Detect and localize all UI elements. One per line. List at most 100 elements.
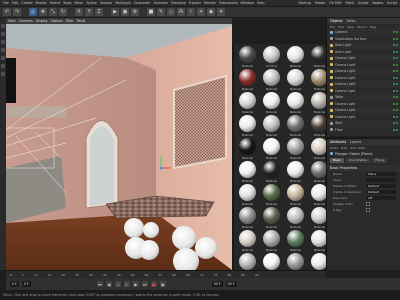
material-swatch[interactable]: Material — [261, 115, 282, 136]
menu-item-simulate[interactable]: Simulate — [171, 1, 186, 5]
material-swatch[interactable]: Material — [237, 115, 258, 136]
object-visibility-flags[interactable] — [393, 83, 400, 86]
viewport-menu-display[interactable]: Display — [36, 19, 48, 23]
tab-attributes[interactable]: Attributes — [330, 140, 346, 144]
menu-item-animate[interactable]: Animate — [154, 1, 168, 5]
go-to-end-icon[interactable]: ⏭ — [141, 281, 148, 287]
autokey-icon[interactable]: ◉ — [159, 281, 166, 287]
attribute-menu-edit[interactable]: Edit — [341, 146, 347, 150]
play-reverse-icon[interactable]: ◁ — [114, 281, 121, 287]
material-swatch[interactable]: Material — [261, 92, 282, 113]
next-key-icon[interactable]: ▶ — [132, 281, 139, 287]
menu-item-file[interactable]: File — [3, 1, 9, 5]
material-swatch[interactable]: Material — [261, 184, 282, 205]
menu-item-modes[interactable]: Modes — [36, 1, 47, 5]
3d-viewport[interactable]: View Cameras Display Options Filter Panel — [6, 18, 232, 270]
menu-item-spline[interactable]: Spline — [86, 1, 96, 5]
menu-item-help[interactable]: Help — [257, 1, 265, 5]
menu-item-render[interactable]: Render — [204, 1, 216, 5]
camera-icon[interactable]: ◉ — [207, 8, 215, 16]
attribute-value-field[interactable] — [366, 177, 396, 183]
attribute-tab-phong[interactable]: Phong — [371, 157, 388, 163]
y-axis-icon[interactable]: Y — [85, 8, 93, 16]
play-icon[interactable]: ▷ — [123, 281, 130, 287]
material-swatch[interactable]: Material — [237, 161, 258, 182]
object-visibility-flags[interactable] — [393, 70, 400, 73]
object-visibility-flags[interactable] — [393, 122, 400, 125]
menu-item-mograph[interactable]: MoGraph — [115, 1, 130, 5]
layout-uv-edit[interactable]: UV Edit — [329, 1, 341, 5]
layout-nodes[interactable]: Nodes — [373, 1, 384, 5]
scene-icon[interactable]: ☀ — [197, 8, 205, 16]
menu-item-character[interactable]: Character — [134, 1, 151, 5]
object-visibility-flags[interactable] — [393, 102, 400, 105]
material-swatch[interactable]: Material — [261, 69, 282, 90]
object-menu-object[interactable]: Object — [357, 25, 367, 29]
material-swatch[interactable]: Material — [237, 46, 258, 67]
tab-layers[interactable]: Layers — [350, 140, 361, 144]
attribute-menu-mode[interactable]: Mode — [330, 146, 338, 150]
viewport-menu-filter[interactable]: Filter — [66, 19, 74, 23]
attribute-value-field[interactable]: Default — [366, 183, 396, 189]
material-swatch[interactable]: Chrome — [261, 46, 282, 67]
scale-tool-icon[interactable]: ⤡ — [49, 8, 57, 16]
menu-item-volume[interactable]: Volume — [100, 1, 113, 5]
timeline-ruler[interactable]: 0 5 10 15 20 25 30 35 40 45 50 55 60 65 70 75 80 85 90 — [6, 270, 326, 278]
attribute-tab-coordinates[interactable]: Coordinates — [345, 157, 370, 163]
x-axis-icon[interactable]: X — [75, 8, 83, 16]
attribute-value-field[interactable]: Plane — [366, 171, 396, 177]
cloner-icon[interactable]: ⁂ — [177, 8, 185, 16]
layout-paint[interactable]: Paint — [346, 1, 354, 5]
object-visibility-flags[interactable] — [393, 89, 400, 92]
object-menu-view[interactable]: View — [347, 25, 354, 29]
render-view-icon[interactable]: ▶ — [111, 8, 119, 16]
object-visibility-flags[interactable] — [393, 50, 400, 53]
menu-item-extensions[interactable]: Extensions — [219, 1, 237, 5]
tab-takes[interactable]: Takes — [346, 19, 355, 23]
material-swatch[interactable]: Material — [261, 138, 282, 159]
light-icon[interactable]: ✦ — [217, 8, 225, 16]
object-visibility-flags[interactable] — [393, 57, 400, 60]
end-frame-field[interactable]: 90 F — [211, 281, 223, 287]
deformer-icon[interactable]: ⌇ — [187, 8, 195, 16]
move-tool-icon[interactable]: ✥ — [39, 8, 47, 16]
material-swatch[interactable]: Material — [285, 161, 306, 182]
object-menu-file[interactable]: File — [330, 25, 335, 29]
layout-sculpt[interactable]: Sculpt — [358, 1, 369, 5]
object-menu-tags[interactable]: Tags — [370, 25, 377, 29]
object-visibility-flags[interactable] — [393, 109, 400, 112]
subdivision-icon[interactable]: ◇ — [167, 8, 175, 16]
menu-item-tracker[interactable]: Tracker — [189, 1, 201, 5]
material-swatch[interactable]: Material — [237, 207, 258, 228]
start-frame-field[interactable]: 0 F — [21, 281, 31, 287]
material-swatch[interactable]: Material — [237, 69, 258, 90]
menu-item-select[interactable]: Select — [50, 1, 60, 5]
object-visibility-flags[interactable] — [393, 37, 400, 40]
object-visibility-flags[interactable] — [393, 115, 400, 118]
material-swatch[interactable]: Material — [285, 46, 306, 67]
attribute-value-field[interactable]: Default — [366, 189, 396, 195]
attribute-value-field[interactable]: Off — [366, 195, 396, 201]
object-menu-edit[interactable]: Edit — [338, 25, 344, 29]
material-swatch[interactable]: Material — [285, 230, 306, 251]
object-visibility-flags[interactable] — [393, 128, 400, 131]
material-swatch[interactable]: Material — [285, 207, 306, 228]
cube-icon[interactable]: ■ — [147, 8, 155, 16]
material-swatch[interactable]: Material — [237, 230, 258, 251]
material-swatch[interactable]: Material — [285, 92, 306, 113]
pen-icon[interactable]: ✎ — [157, 8, 165, 16]
layout-startup[interactable]: Startup — [298, 1, 311, 5]
max-frame-field[interactable]: 90 F — [225, 281, 237, 287]
model-mode-icon[interactable] — [1, 24, 5, 28]
polygons-mode-icon[interactable] — [1, 48, 5, 52]
material-swatch[interactable]: Material — [237, 184, 258, 205]
attribute-menu-user-data[interactable]: User Data — [350, 146, 365, 150]
undo-icon[interactable]: ↶ — [3, 8, 11, 16]
layout-model[interactable]: Model — [315, 1, 325, 5]
render-settings-icon[interactable]: ⚙ — [131, 8, 139, 16]
object-visibility-flags[interactable] — [393, 63, 400, 66]
layout-script[interactable]: Script — [387, 1, 397, 5]
material-swatch[interactable]: Material — [285, 138, 306, 159]
material-swatch[interactable]: Material — [261, 230, 282, 251]
attribute-checkbox[interactable] — [366, 202, 370, 206]
